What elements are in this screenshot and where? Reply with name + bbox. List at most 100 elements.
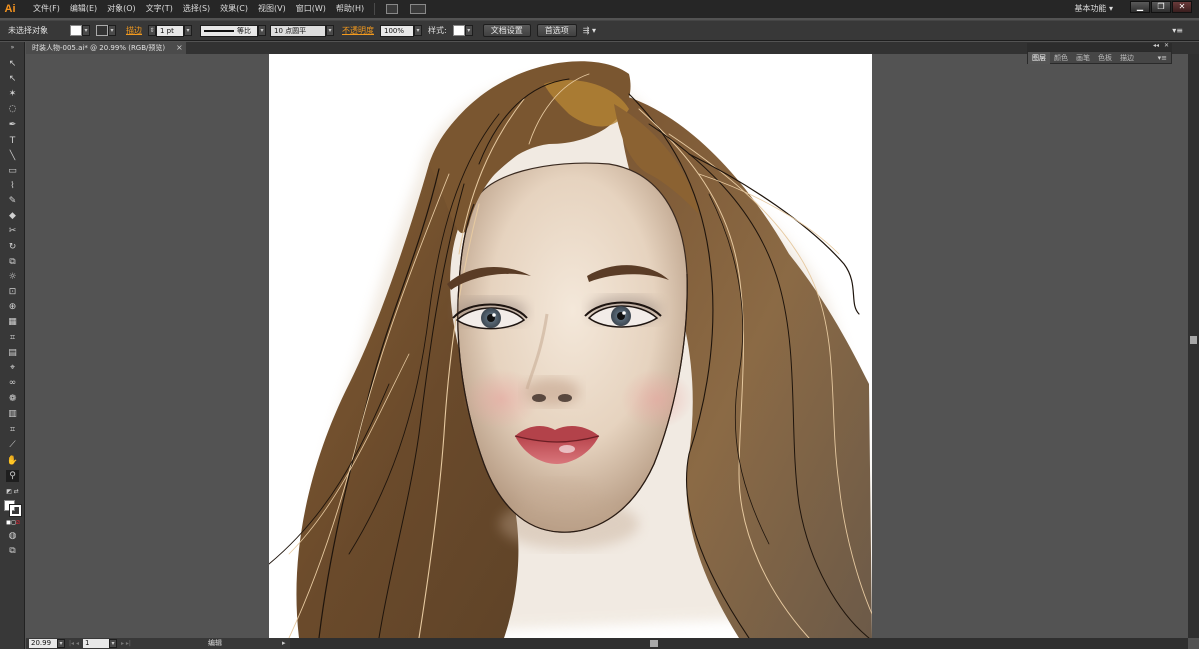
panel-tabs: 图层 颜色 画笔 色板 描边 ▾≡ — [1027, 51, 1172, 64]
tab-brushes[interactable]: 画笔 — [1072, 52, 1094, 64]
column-graph-tool-icon[interactable]: ▥ — [6, 408, 19, 420]
brush-field[interactable]: 10 点圆平 — [270, 24, 326, 37]
paintbrush-tool-icon[interactable]: ⌇ — [6, 180, 19, 192]
mesh-tool-icon[interactable]: ⌗ — [6, 332, 19, 344]
vertical-scrollbar[interactable] — [1188, 54, 1199, 638]
tab-stroke[interactable]: 描边 — [1116, 52, 1138, 64]
shape-builder-tool-icon[interactable]: ⊕ — [6, 301, 19, 313]
color-mode-icons[interactable]: ◼◻⧄ — [6, 517, 20, 529]
stroke-profile-dropdown[interactable]: ▾ — [258, 25, 266, 36]
slice-tool-icon[interactable]: ⟋ — [6, 439, 19, 451]
next-artboard-icon[interactable]: ▸ ▸| — [121, 640, 131, 647]
bridge-icon[interactable] — [386, 4, 399, 14]
collapse-panel-icon[interactable]: » — [6, 42, 19, 54]
rectangle-tool-icon[interactable]: ▭ — [6, 165, 19, 177]
perspective-grid-tool-icon[interactable]: ▦ — [6, 316, 19, 328]
collapse-panels-icon[interactable]: ◂◂ — [1153, 42, 1159, 49]
gradient-tool-icon[interactable]: ▤ — [6, 347, 19, 359]
panel-menu-icon[interactable]: ▾≡ — [1172, 26, 1183, 35]
stroke-weight-stepper[interactable]: ⇕ — [148, 25, 156, 36]
tab-swatches[interactable]: 色板 — [1094, 52, 1116, 64]
symbol-sprayer-tool-icon[interactable]: ❁ — [6, 393, 19, 405]
style-swatch[interactable] — [452, 25, 465, 36]
blend-tool-icon[interactable]: ∞ — [6, 377, 19, 389]
document-tab-title: 时装人物-005.ai* @ 20.99% (RGB/预览) — [32, 44, 166, 52]
opacity-field[interactable]: 100% — [380, 24, 414, 37]
zoom-dropdown[interactable]: ▾ — [57, 639, 65, 648]
first-artboard-icon[interactable]: |◂ ◂ — [69, 640, 79, 647]
menu-separator — [374, 3, 376, 15]
lasso-tool-icon[interactable]: ◌ — [6, 103, 19, 115]
minimize-button[interactable]: ▁ — [1130, 1, 1150, 13]
zoom-tool-icon[interactable]: ⚲ — [6, 470, 19, 482]
close-tab-icon[interactable]: × — [176, 42, 183, 54]
type-tool-icon[interactable]: T — [6, 135, 19, 147]
status-bar: 20.99 ▾ |◂ ◂ 1 ▾ ▸ ▸| 编辑 ▸ — [26, 638, 290, 649]
document-setup-button[interactable]: 文档设置 — [482, 24, 531, 37]
artboard-tool-icon[interactable]: ⌗ — [6, 424, 19, 436]
free-transform-tool-icon[interactable]: ⊡ — [6, 286, 19, 298]
zoom-field[interactable]: 20.99 — [29, 639, 57, 648]
menu-help[interactable]: 帮助(H) — [331, 0, 369, 18]
artboard[interactable] — [269, 54, 872, 638]
fill-swatch[interactable] — [70, 25, 82, 36]
opacity-dropdown[interactable]: ▾ — [414, 25, 422, 36]
magic-wand-tool-icon[interactable]: ✶ — [6, 88, 19, 100]
menu-edit[interactable]: 编辑(E) — [65, 0, 102, 18]
maximize-button[interactable]: ❐ — [1151, 1, 1171, 13]
menu-view[interactable]: 视图(V) — [253, 0, 291, 18]
menu-object[interactable]: 对象(O) — [102, 0, 141, 18]
tab-color[interactable]: 颜色 — [1050, 52, 1072, 64]
preferences-button[interactable]: 首选项 — [536, 24, 577, 37]
menu-file[interactable]: 文件(F) — [28, 0, 65, 18]
artboard-number-field[interactable]: 1 — [82, 639, 109, 648]
screen-mode-icon[interactable]: ⧉ — [6, 545, 19, 557]
vertical-scroll-thumb[interactable] — [1190, 336, 1197, 344]
workspace-switcher[interactable]: 基本功能 ▾ — [1074, 0, 1113, 18]
status-label: 编辑 — [208, 639, 222, 647]
direct-selection-tool-icon[interactable]: ↖ — [6, 73, 19, 85]
close-window-button[interactable]: ✕ — [1172, 1, 1192, 13]
artboard-dropdown[interactable]: ▾ — [108, 639, 117, 648]
tab-layers[interactable]: 图层 — [1028, 51, 1050, 64]
panel-header[interactable]: ◂◂ ✕ — [1027, 42, 1172, 51]
default-colors-icon[interactable]: ◩ ⇄ — [6, 486, 19, 498]
eyedropper-tool-icon[interactable]: ⌖ — [6, 362, 19, 374]
hand-tool-icon[interactable]: ✋ — [6, 455, 19, 467]
menu-type[interactable]: 文字(T) — [141, 0, 178, 18]
stroke-color-icon[interactable] — [9, 504, 22, 517]
document-tab-bar: 时装人物-005.ai* @ 20.99% (RGB/预览) × — [26, 42, 1199, 54]
pen-tool-icon[interactable]: ✒ — [6, 119, 19, 131]
scissors-tool-icon[interactable]: ✂ — [6, 225, 19, 237]
line-tool-icon[interactable]: ╲ — [6, 150, 19, 162]
pencil-tool-icon[interactable]: ✎ — [6, 195, 19, 207]
stroke-weight-field[interactable]: 1 pt — [156, 24, 184, 37]
status-menu-icon[interactable]: ▸ — [282, 638, 286, 649]
arrange-documents-icon[interactable] — [410, 4, 427, 14]
menu-window[interactable]: 窗口(W) — [291, 0, 331, 18]
rotate-tool-icon[interactable]: ↻ — [6, 241, 19, 253]
panel-options-icon[interactable]: ▾≡ — [1158, 54, 1167, 62]
arrange-icon[interactable]: ⇶ ▾ — [583, 26, 596, 35]
horizontal-scroll-thumb[interactable] — [650, 640, 658, 647]
selection-tool-icon[interactable]: ↖ — [6, 58, 19, 70]
stroke-dropdown[interactable]: ▾ — [108, 25, 116, 36]
warp-tool-icon[interactable]: ☼ — [6, 271, 19, 283]
drawing-mode-icon[interactable]: ◍ — [6, 530, 19, 542]
menu-select[interactable]: 选择(S) — [178, 0, 215, 18]
style-dropdown[interactable]: ▾ — [464, 25, 473, 36]
menu-effect[interactable]: 效果(C) — [215, 0, 253, 18]
stroke-swatch[interactable] — [96, 25, 108, 36]
brush-dropdown[interactable]: ▾ — [326, 25, 334, 36]
close-panel-icon[interactable]: ✕ — [1164, 42, 1169, 49]
horizontal-scrollbar[interactable] — [290, 638, 1188, 649]
stroke-weight-dropdown[interactable]: ▾ — [184, 25, 192, 36]
style-label: 样式: — [428, 26, 447, 35]
opacity-label[interactable]: 不透明度 — [342, 25, 374, 36]
blob-brush-tool-icon[interactable]: ◆ — [6, 210, 19, 222]
stroke-profile-field[interactable]: 等比 — [200, 24, 258, 37]
fill-dropdown[interactable]: ▾ — [82, 25, 90, 36]
document-tab[interactable]: 时装人物-005.ai* @ 20.99% (RGB/预览) × — [26, 42, 186, 54]
scale-tool-icon[interactable]: ⧉ — [6, 256, 19, 268]
stroke-label[interactable]: 描边 — [126, 25, 142, 36]
